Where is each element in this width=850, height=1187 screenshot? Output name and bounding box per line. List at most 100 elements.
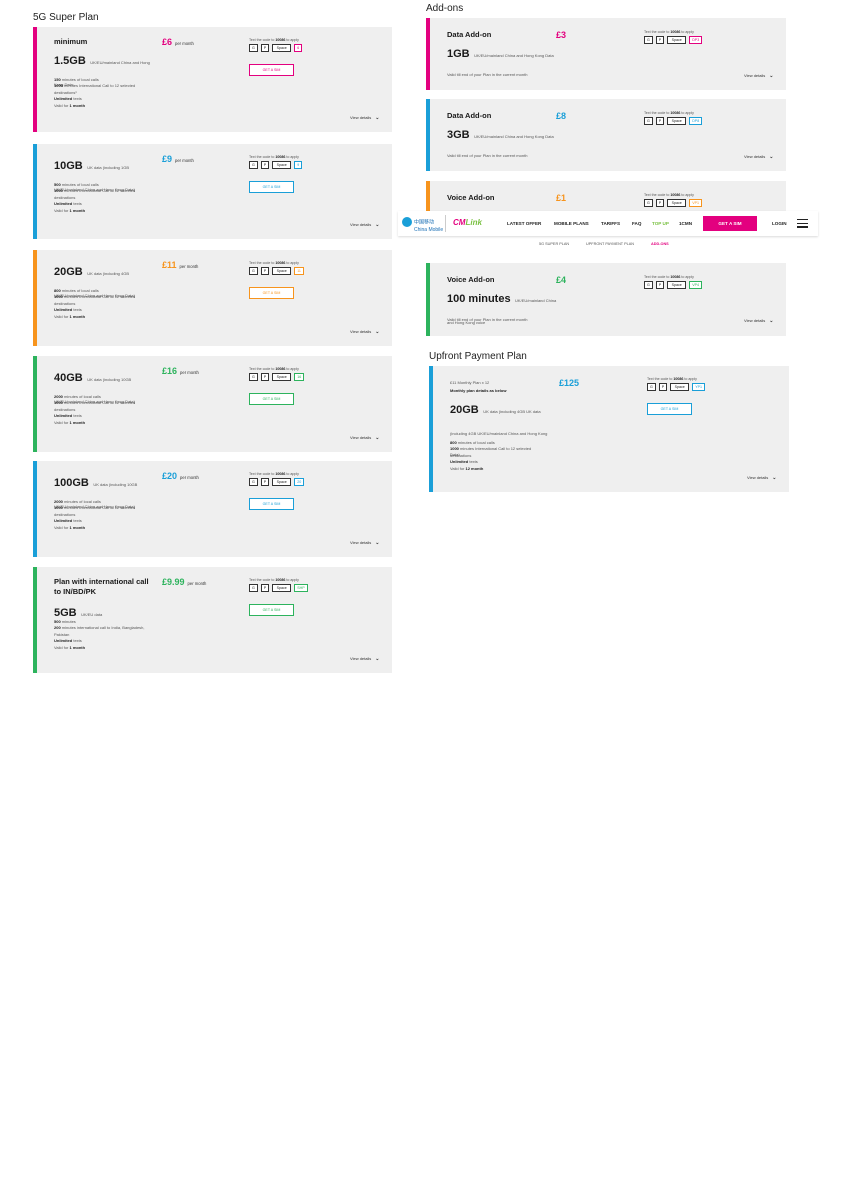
view-details-link[interactable]: View details ⌄ xyxy=(747,475,776,481)
view-details-link[interactable]: View details ⌄ xyxy=(350,329,379,335)
intl-calls-count: 1000 xyxy=(54,294,63,300)
section-title-5g-super-plan: 5G Super Plan xyxy=(33,12,99,23)
plan-intl-calls: 200 minutes international call to India,… xyxy=(54,625,149,638)
key-plan-code: SHP xyxy=(294,584,308,592)
plan-price: £11 per month xyxy=(162,260,198,270)
key-plan-code: 20 xyxy=(294,478,305,486)
text-code-post: to apply xyxy=(683,377,697,381)
nav-mobile-plans[interactable]: MOBILE PLANS xyxy=(554,221,589,226)
nav-faq[interactable]: FAQ xyxy=(632,221,641,226)
per-month-label: per month xyxy=(187,581,207,586)
section-title-upfront: Upfront Payment Plan xyxy=(429,351,527,362)
view-details-label: View details xyxy=(744,73,766,78)
valid-for-label: Valid for xyxy=(54,644,70,650)
local-calls-text: minutes of local calls xyxy=(60,288,99,293)
intl-calls-count: 1000 xyxy=(450,446,459,452)
subnav-upfront-payment-plan[interactable]: UPFRONT PAYMENT PLAN xyxy=(586,242,634,246)
text-code-number: 10086 xyxy=(275,155,286,159)
view-details-label: View details xyxy=(747,475,769,480)
plan-validity-value: 1 month xyxy=(69,419,86,425)
sms-code-keys: G P Space VP1 xyxy=(644,199,702,207)
view-details-link[interactable]: View details ⌄ xyxy=(744,73,773,79)
sms-code-keys: G P Space 11 xyxy=(249,267,304,275)
key-space: Space xyxy=(272,373,292,381)
plan-price: £6 per month xyxy=(162,37,194,47)
plan-intl-calls: 1000 minutes International Call to 12 se… xyxy=(54,294,149,307)
local-calls-text: minutes of local calls xyxy=(62,394,101,399)
addon-amount-line: 1GB UK/EU/mainland China and Hong Kong D… xyxy=(447,42,562,64)
nav-latest-offer[interactable]: LATEST OFFER xyxy=(507,221,541,226)
plan-details: 800 minutes of local calls 1000 minutes I… xyxy=(54,288,149,320)
key-p: P xyxy=(655,36,665,44)
unlimited-label: Unlimited xyxy=(54,413,73,419)
key-g: G xyxy=(644,199,653,207)
addon-card: Voice Add-on25 minutes £1Text the code t… xyxy=(426,181,786,211)
plan-data-amount: 1.5GB xyxy=(54,55,86,67)
intl-calls-text: minutes International Call to 12 selecte… xyxy=(54,188,136,200)
addon-price: £8 xyxy=(556,111,566,121)
text-code-pre: Text the code to xyxy=(249,578,276,582)
local-calls-count: 800 xyxy=(54,288,61,293)
view-details-link[interactable]: View details ⌄ xyxy=(350,656,379,662)
per-month-label: per month xyxy=(175,158,194,163)
key-space: Space xyxy=(272,584,292,592)
texts-label: texts xyxy=(72,413,82,419)
view-details-link[interactable]: View details ⌄ xyxy=(744,318,773,324)
logo-divider xyxy=(445,215,446,232)
plan-validity-value: 1 month xyxy=(69,313,86,319)
get-sim-button[interactable]: GET A SIM xyxy=(249,181,294,193)
local-calls-count: 2000 xyxy=(54,394,63,399)
intl-calls-text: minutes International Call to 12 selecte… xyxy=(450,446,532,458)
subnav-5g-super-plan[interactable]: 5G SUPER PLAN xyxy=(539,242,569,246)
view-details-link[interactable]: View details ⌄ xyxy=(350,435,379,441)
get-sim-button[interactable]: GET A SIM xyxy=(249,393,294,405)
intl-calls-text: minutes International Call to 12 selecte… xyxy=(54,505,136,517)
upfront-validity-value: 12 month xyxy=(465,465,484,471)
sms-code-keys: G P Space 6 xyxy=(249,44,303,52)
hamburger-menu-icon[interactable] xyxy=(797,219,808,228)
nav-login[interactable]: LOGIN xyxy=(772,221,787,226)
get-sim-button[interactable]: GET A SIM xyxy=(249,64,294,76)
sms-code-keys: G P Space 20 xyxy=(249,478,305,486)
sms-code-keys: G P Space DP8 xyxy=(644,117,703,125)
view-details-link[interactable]: View details ⌄ xyxy=(350,540,379,546)
view-details-label: View details xyxy=(350,656,372,661)
nav-top-up[interactable]: TOP UP xyxy=(652,221,669,226)
text-code-pre: Text the code to xyxy=(249,367,276,371)
local-calls-text: minutes of local calls xyxy=(456,440,495,445)
sms-code-keys: G P Space 16 xyxy=(249,373,305,381)
key-plan-code: 6 xyxy=(294,44,303,52)
plan-price-amount: £9 xyxy=(162,154,173,164)
upfront-price-amount: £125 xyxy=(559,378,580,388)
nav-1cmn[interactable]: 1CMN xyxy=(679,221,692,226)
nav-tariffs[interactable]: TARIFFS xyxy=(601,221,620,226)
chevron-down-icon: ⌄ xyxy=(375,656,380,662)
key-plan-code: 9 xyxy=(294,161,303,169)
section-title-addons: Add-ons xyxy=(426,3,464,14)
addon-price: £3 xyxy=(556,30,566,40)
get-sim-button[interactable]: GET A SIM xyxy=(249,287,294,299)
plan-validity: Valid for 1 month xyxy=(54,645,149,651)
subnav-add-ons[interactable]: ADD-ONS xyxy=(651,242,669,246)
view-details-link[interactable]: View details ⌄ xyxy=(350,222,379,228)
get-sim-button[interactable]: GET A SIM xyxy=(249,604,294,616)
cmlink-logo[interactable]: CMLink xyxy=(453,218,482,227)
key-p: P xyxy=(260,267,270,275)
china-mobile-logo[interactable]: 中国移动 China Mobile xyxy=(402,217,443,233)
text-code-post: to apply xyxy=(285,367,299,371)
chevron-down-icon: ⌄ xyxy=(772,475,777,481)
key-g: G xyxy=(249,267,258,275)
valid-for-label: Valid for xyxy=(54,102,70,108)
text-code-pre: Text the code to xyxy=(644,30,671,34)
intl-calls-text: minutes International Call to 12 selecte… xyxy=(54,83,136,95)
view-details-link[interactable]: View details ⌄ xyxy=(744,154,773,160)
view-details-link[interactable]: View details ⌄ xyxy=(350,115,379,121)
text-code-instructions: Text the code to 10086 to apply xyxy=(644,30,694,34)
get-sim-button[interactable]: GET A SIM xyxy=(249,498,294,510)
get-sim-button[interactable]: GET A SIM xyxy=(647,403,692,415)
key-plan-code: 16 xyxy=(294,373,305,381)
plan-details: 500 minutes of local calls 1000 minutes I… xyxy=(54,182,149,214)
nav-get-sim-button[interactable]: GET A SIM xyxy=(703,216,757,231)
local-calls-count: 500 xyxy=(54,619,61,624)
local-calls-count: 2000 xyxy=(54,499,63,504)
